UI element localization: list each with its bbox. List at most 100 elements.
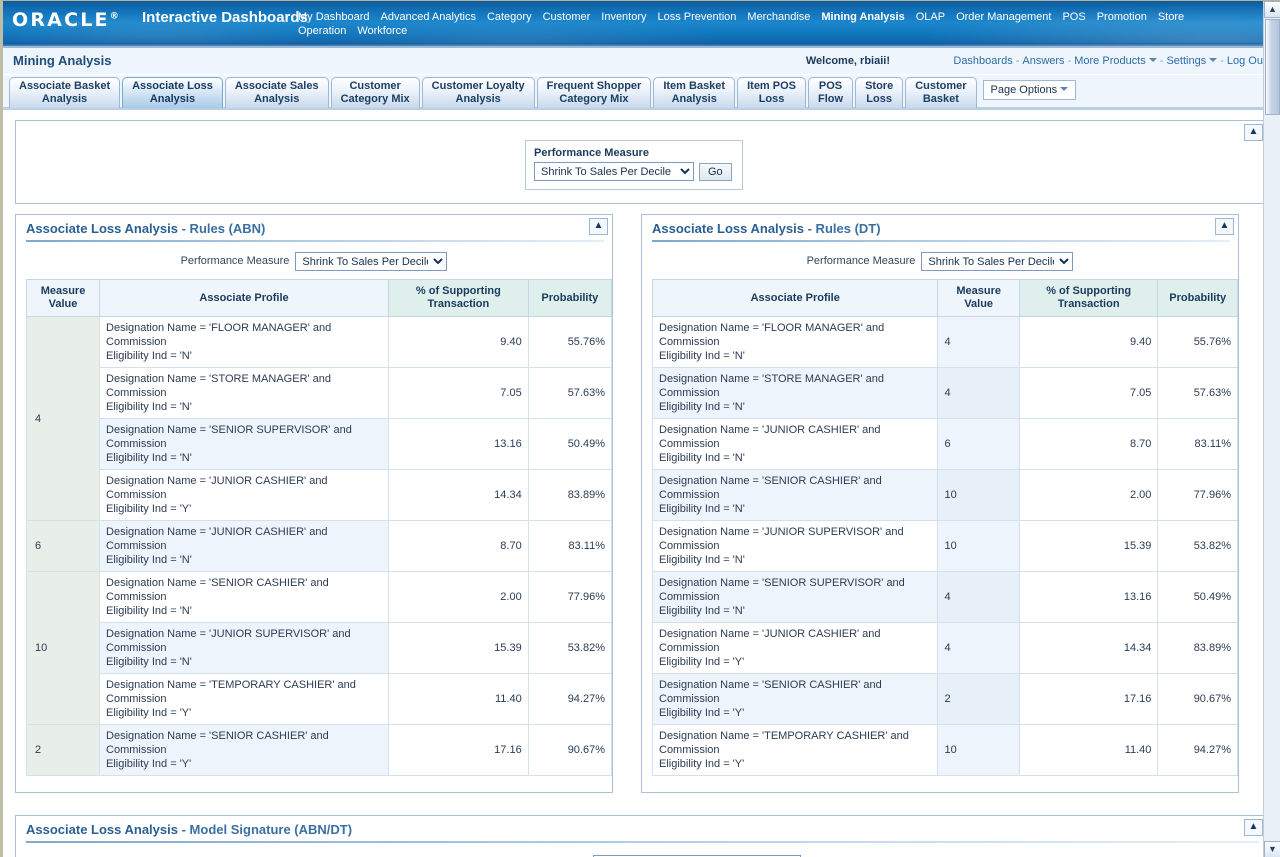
signature-report-prompt: Performance Measure SHRINK_TO_SALES_PER_…	[16, 843, 1267, 857]
table-row: Designation Name = 'SENIOR CASHIER' and …	[651, 469, 1238, 521]
vertical-scrollbar[interactable]: ▲ ▼	[1263, 1, 1280, 857]
nav-item-promotion[interactable]: Promotion	[1097, 10, 1147, 24]
dashboard-prompt-section: ▲​ Performance Measure Shrink To Sales P…	[15, 120, 1268, 204]
column-header-supporting-transaction: % of Supporting Transaction	[1018, 279, 1159, 317]
tab-label-line2: Loss	[866, 93, 892, 105]
collapse-section-button[interactable]: ▲​	[1244, 124, 1263, 141]
link-separator: -	[1220, 55, 1224, 67]
cell-probability: 94.27%	[527, 673, 613, 725]
nav-item-advanced-analytics[interactable]: Advanced Analytics	[381, 10, 476, 24]
nav-item-customer[interactable]: Customer	[543, 10, 591, 24]
nav-item-inventory[interactable]: Inventory	[601, 10, 646, 24]
cell-supporting-transaction: 14.34	[1018, 622, 1159, 674]
scrollbar-thumb[interactable]	[1265, 19, 1280, 115]
tab-customer-loyalty-analysis[interactable]: Customer Loyalty Analysis	[421, 77, 535, 108]
nav-item-loss-prevention[interactable]: Loss Prevention	[658, 10, 737, 24]
table-row: 6 Designation Name = 'JUNIOR CASHIER' an…	[25, 520, 613, 572]
table-row: 4 Designation Name = 'FLOOR MANAGER' and…	[25, 316, 613, 521]
cell-probability: 55.76%	[1157, 316, 1238, 368]
tab-label-line1: Customer	[915, 80, 967, 92]
tab-item-basket-analysis[interactable]: Item Basket Analysis	[653, 77, 736, 108]
collapse-section-button[interactable]: ▲​	[589, 218, 608, 235]
tab-store-loss[interactable]: Store Loss	[855, 77, 904, 108]
report-title-sub: - Model Signature (ABN/DT)	[181, 822, 353, 837]
nav-item-pos[interactable]: POS	[1062, 10, 1085, 24]
cell-probability: 77.96%	[1157, 469, 1238, 521]
report-title-sub: - Rules (DT)	[807, 221, 881, 236]
chevron-down-icon	[1060, 87, 1069, 91]
cell-measure-value: 10	[937, 469, 1020, 521]
scroll-up-arrow-icon[interactable]: ▲	[1264, 1, 1280, 18]
nav-item-merchandise[interactable]: Merchandise	[747, 10, 810, 24]
collapse-section-button[interactable]: ▲​	[1215, 218, 1234, 235]
go-button[interactable]: Go	[699, 162, 732, 181]
performance-measure-select[interactable]: Shrink To Sales Per Decile	[534, 162, 694, 181]
tab-pos-flow[interactable]: POS Flow	[808, 77, 854, 108]
link-log-out[interactable]: Log Out	[1227, 55, 1266, 67]
header-links: Dashboards - Answers - More Products - Setting…	[953, 55, 1266, 67]
cell-supporting-transaction: 13.16	[1018, 571, 1159, 623]
chevron-down-icon[interactable]	[1209, 58, 1218, 62]
link-settings[interactable]: Settings	[1166, 55, 1206, 67]
cell-associate-profile: Designation Name = 'FLOOR MANAGER' and C…	[99, 316, 390, 368]
tab-customer-category-mix[interactable]: Customer Category Mix	[330, 77, 420, 108]
tab-bar: Associate Basket Analysis Associate Loss An…	[3, 75, 1280, 110]
nav-item-workforce[interactable]: Workforce	[357, 24, 407, 38]
abn-report-title: Associate Loss Analysis - Rules (ABN)	[16, 215, 612, 240]
oracle-banner: ORACLE® Interactive Dashboards My Dashbo…	[3, 1, 1280, 48]
cell-supporting-transaction: 17.16	[1018, 673, 1159, 725]
tab-label-line2: Flow	[818, 93, 844, 105]
cell-probability: 94.27%	[1157, 724, 1238, 776]
tab-label-line2: Basket	[922, 93, 959, 105]
tab-label-line2: Analysis	[149, 93, 196, 105]
tab-associate-sales-analysis[interactable]: Associate Sales Analysis	[224, 77, 329, 108]
cell-associate-profile: Designation Name = 'TEMPORARY CASHIER' a…	[99, 673, 390, 725]
scroll-down-arrow-icon[interactable]: ▼	[1264, 841, 1280, 857]
tab-customer-basket[interactable]: Customer Basket	[905, 77, 977, 108]
cell-associate-profile: Designation Name = 'JUNIOR CASHIER' and …	[99, 469, 390, 521]
abn-performance-measure-select[interactable]: Shrink To Sales Per Decile	[295, 252, 448, 271]
tab-label-line1: Item Basket	[663, 80, 726, 92]
cell-supporting-transaction: 9.40	[1018, 316, 1159, 368]
collapse-section-button[interactable]: ▲​	[1244, 819, 1263, 836]
link-answers[interactable]: Answers	[1022, 55, 1064, 67]
tab-associate-loss-analysis[interactable]: Associate Loss Analysis	[122, 77, 223, 108]
tab-item-pos-loss[interactable]: Item POS Loss	[737, 77, 806, 108]
page-options-button[interactable]: Page Options	[982, 80, 1077, 100]
cell-probability: 57.63%	[527, 367, 613, 419]
nav-item-operation[interactable]: Operation	[298, 24, 346, 38]
link-dashboards[interactable]: Dashboards	[953, 55, 1012, 67]
nav-item-olap[interactable]: OLAP	[916, 10, 945, 24]
cell-measure-value: 4	[937, 316, 1020, 368]
nav-item-my-dashboard[interactable]: My Dashboard	[298, 10, 370, 24]
cell-measure-value: 2	[25, 724, 101, 776]
report-title-main: Associate Loss Analysis	[652, 221, 804, 236]
nav-item-mining-analysis[interactable]: Mining Analysis	[821, 10, 904, 24]
chevron-down-icon[interactable]	[1148, 58, 1157, 62]
cell-measure-value: 6	[937, 418, 1020, 470]
link-more-products[interactable]: More Products	[1074, 55, 1146, 67]
column-header-measure-value: Measure Value	[25, 279, 101, 317]
cell-supporting-transaction: 17.16	[388, 724, 529, 776]
nav-item-order-management[interactable]: Order Management	[956, 10, 1051, 24]
tab-label-line1: Associate Loss	[132, 80, 213, 92]
dt-report-prompt: Performance Measure Shrink To Sales Per D…	[642, 242, 1238, 279]
report-title-main: Associate Loss Analysis	[26, 221, 178, 236]
table-row: Designation Name = 'STORE MANAGER' and C…	[27, 367, 613, 419]
nav-item-category[interactable]: Category	[487, 10, 532, 24]
tab-label-line2: Loss	[758, 93, 785, 105]
cell-measure-value: 4	[937, 622, 1020, 674]
dt-performance-measure-select[interactable]: Shrink To Sales Per Decile	[921, 252, 1074, 271]
table-row: Designation Name = 'TEMPORARY CASHIER' a…	[651, 724, 1238, 776]
cell-probability: 83.89%	[527, 469, 613, 521]
cell-probability: 57.63%	[1157, 367, 1238, 419]
abn-table-body: 4 Designation Name = 'FLOOR MANAGER' and…	[25, 316, 613, 776]
cell-supporting-transaction: 11.40	[388, 673, 529, 725]
dt-table-body: Designation Name = 'FLOOR MANAGER' and C…	[651, 316, 1238, 776]
nav-item-store[interactable]: Store	[1158, 10, 1184, 24]
table-row: Designation Name = 'SENIOR SUPERVISOR' a…	[651, 571, 1238, 623]
column-header-associate-profile: Associate Profile	[651, 279, 939, 317]
abn-report-prompt: Performance Measure Shrink To Sales Per D…	[16, 242, 612, 279]
tab-associate-basket-analysis[interactable]: Associate Basket Analysis	[9, 77, 121, 108]
tab-frequent-shopper-category-mix[interactable]: Frequent Shopper Category Mix	[536, 77, 652, 108]
